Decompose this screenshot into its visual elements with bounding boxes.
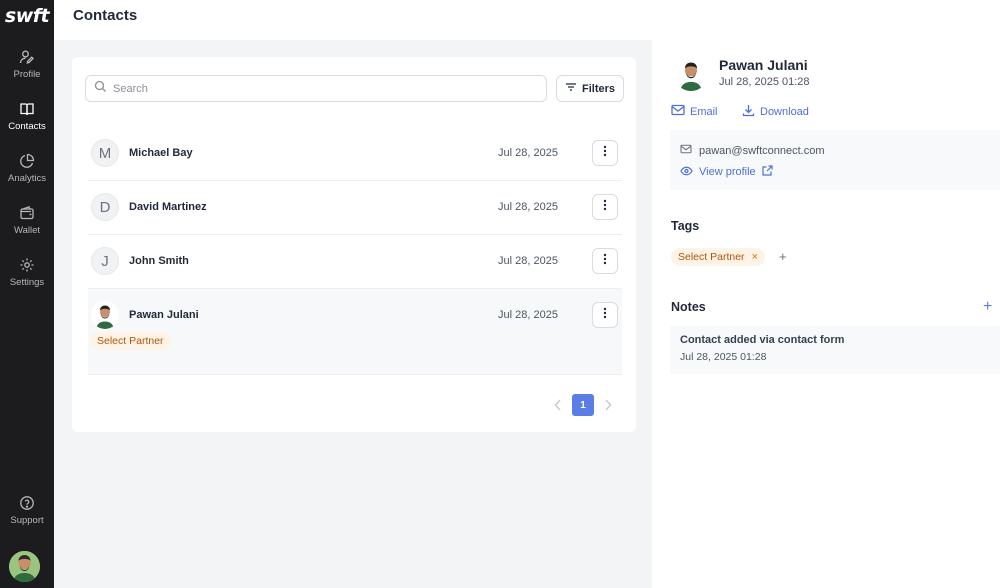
eye-icon — [680, 166, 693, 179]
filter-icon — [565, 81, 577, 96]
mail-icon — [671, 104, 685, 119]
contact-row[interactable]: Pawan Julani Jul 28, 2025 Select Partner — [88, 289, 622, 375]
more-options-button[interactable] — [592, 140, 618, 166]
profile-icon — [18, 48, 36, 66]
view-profile-link[interactable]: View profile — [680, 165, 773, 179]
external-link-icon — [762, 165, 773, 179]
pagination: 1 — [550, 394, 616, 416]
sidebar-item-profile[interactable]: Profile — [0, 38, 54, 90]
book-icon — [18, 100, 36, 118]
sidebar-item-settings[interactable]: Settings — [0, 246, 54, 298]
pie-chart-icon — [18, 152, 36, 170]
sidebar-item-label: Analytics — [7, 173, 46, 184]
email-button-label: Email — [690, 105, 718, 118]
tag-chip: Select Partner × — [671, 248, 765, 266]
contact-avatar: M — [91, 139, 119, 167]
mail-icon — [680, 144, 692, 157]
tag-label: Select Partner × — [671, 248, 765, 266]
contact-avatar: J — [91, 247, 119, 275]
contact-name: David Martinez — [129, 201, 207, 213]
note-date: Jul 28, 2025 01:28 — [680, 351, 767, 363]
help-circle-icon — [18, 494, 36, 512]
contact-name: John Smith — [129, 255, 189, 267]
contact-name: Michael Bay — [129, 147, 193, 159]
note-text: Contact added via contact form — [680, 334, 845, 346]
remove-tag-icon[interactable]: × — [751, 251, 757, 263]
more-vertical-icon — [603, 306, 607, 324]
filters-button[interactable]: Filters — [556, 75, 624, 102]
search-icon — [94, 80, 107, 98]
add-tag-button[interactable]: + — [779, 249, 787, 264]
contact-email-text: pawan@swftconnect.com — [699, 144, 825, 157]
more-options-button[interactable] — [592, 248, 618, 274]
sidebar-item-label: Contacts — [8, 121, 46, 132]
contact-info-box — [670, 130, 1000, 190]
more-options-button[interactable] — [592, 194, 618, 220]
user-avatar[interactable] — [9, 551, 40, 582]
more-vertical-icon — [603, 252, 607, 270]
sidebar-item-contacts[interactable]: Contacts — [0, 90, 54, 142]
contact-tag: Select Partner — [90, 332, 171, 350]
sidebar-nav: Profile Contacts Analytics Wallet Settin… — [0, 38, 54, 298]
search-box[interactable] — [85, 75, 547, 102]
filters-label: Filters — [581, 82, 615, 95]
tags-title: Tags — [671, 219, 700, 233]
view-profile-label: View profile — [699, 166, 756, 178]
contact-date: Jul 28, 2025 — [498, 255, 558, 267]
more-vertical-icon — [603, 198, 607, 216]
contact-row[interactable]: J John Smith Jul 28, 2025 — [88, 235, 622, 289]
notes-title: Notes — [671, 300, 706, 314]
sidebar-item-label: Wallet — [13, 225, 41, 236]
chevron-left-icon[interactable] — [550, 394, 566, 416]
add-note-button[interactable]: + — [983, 298, 992, 316]
detail-avatar — [674, 57, 708, 91]
chevron-right-icon[interactable] — [600, 394, 616, 416]
contact-detail-panel — [652, 40, 1000, 588]
contact-email: pawan@swftconnect.com — [680, 144, 825, 157]
contact-avatar — [91, 301, 119, 329]
sidebar: swft Profile Contacts Analytics Wallet S… — [0, 0, 54, 588]
download-button[interactable]: Download — [742, 104, 809, 120]
gear-icon — [18, 256, 36, 274]
page-title: Contacts — [73, 7, 138, 24]
contacts-card: Filters M Michael Bay Jul 28, 2025 D Dav… — [72, 57, 636, 432]
contact-name: Pawan Julani — [129, 309, 199, 321]
contact-date: Jul 28, 2025 — [498, 201, 558, 213]
sidebar-item-label: Support — [10, 515, 44, 526]
contact-date: Jul 28, 2025 — [498, 309, 558, 321]
sidebar-item-label: Profile — [13, 69, 41, 80]
sidebar-item-wallet[interactable]: Wallet — [0, 194, 54, 246]
sidebar-item-label: Settings — [9, 277, 45, 288]
tag-text: Select Partner — [678, 251, 745, 263]
sidebar-item-analytics[interactable]: Analytics — [0, 142, 54, 194]
app-logo[interactable]: swft — [5, 5, 50, 27]
contact-row[interactable]: M Michael Bay Jul 28, 2025 — [88, 127, 622, 181]
email-button[interactable]: Email — [671, 104, 718, 119]
more-options-button[interactable] — [592, 302, 618, 328]
contact-avatar: D — [91, 193, 119, 221]
detail-name: Pawan Julani — [719, 57, 808, 73]
contact-date: Jul 28, 2025 — [498, 147, 558, 159]
wallet-icon — [18, 204, 36, 222]
contact-row[interactable]: D David Martinez Jul 28, 2025 — [88, 181, 622, 235]
download-icon — [742, 104, 755, 120]
sidebar-item-support[interactable]: Support — [0, 484, 54, 536]
more-vertical-icon — [603, 144, 607, 162]
page-number-button[interactable]: 1 — [572, 394, 594, 416]
detail-date: Jul 28, 2025 01:28 — [719, 76, 810, 88]
download-button-label: Download — [760, 106, 809, 118]
search-input[interactable] — [113, 82, 513, 95]
